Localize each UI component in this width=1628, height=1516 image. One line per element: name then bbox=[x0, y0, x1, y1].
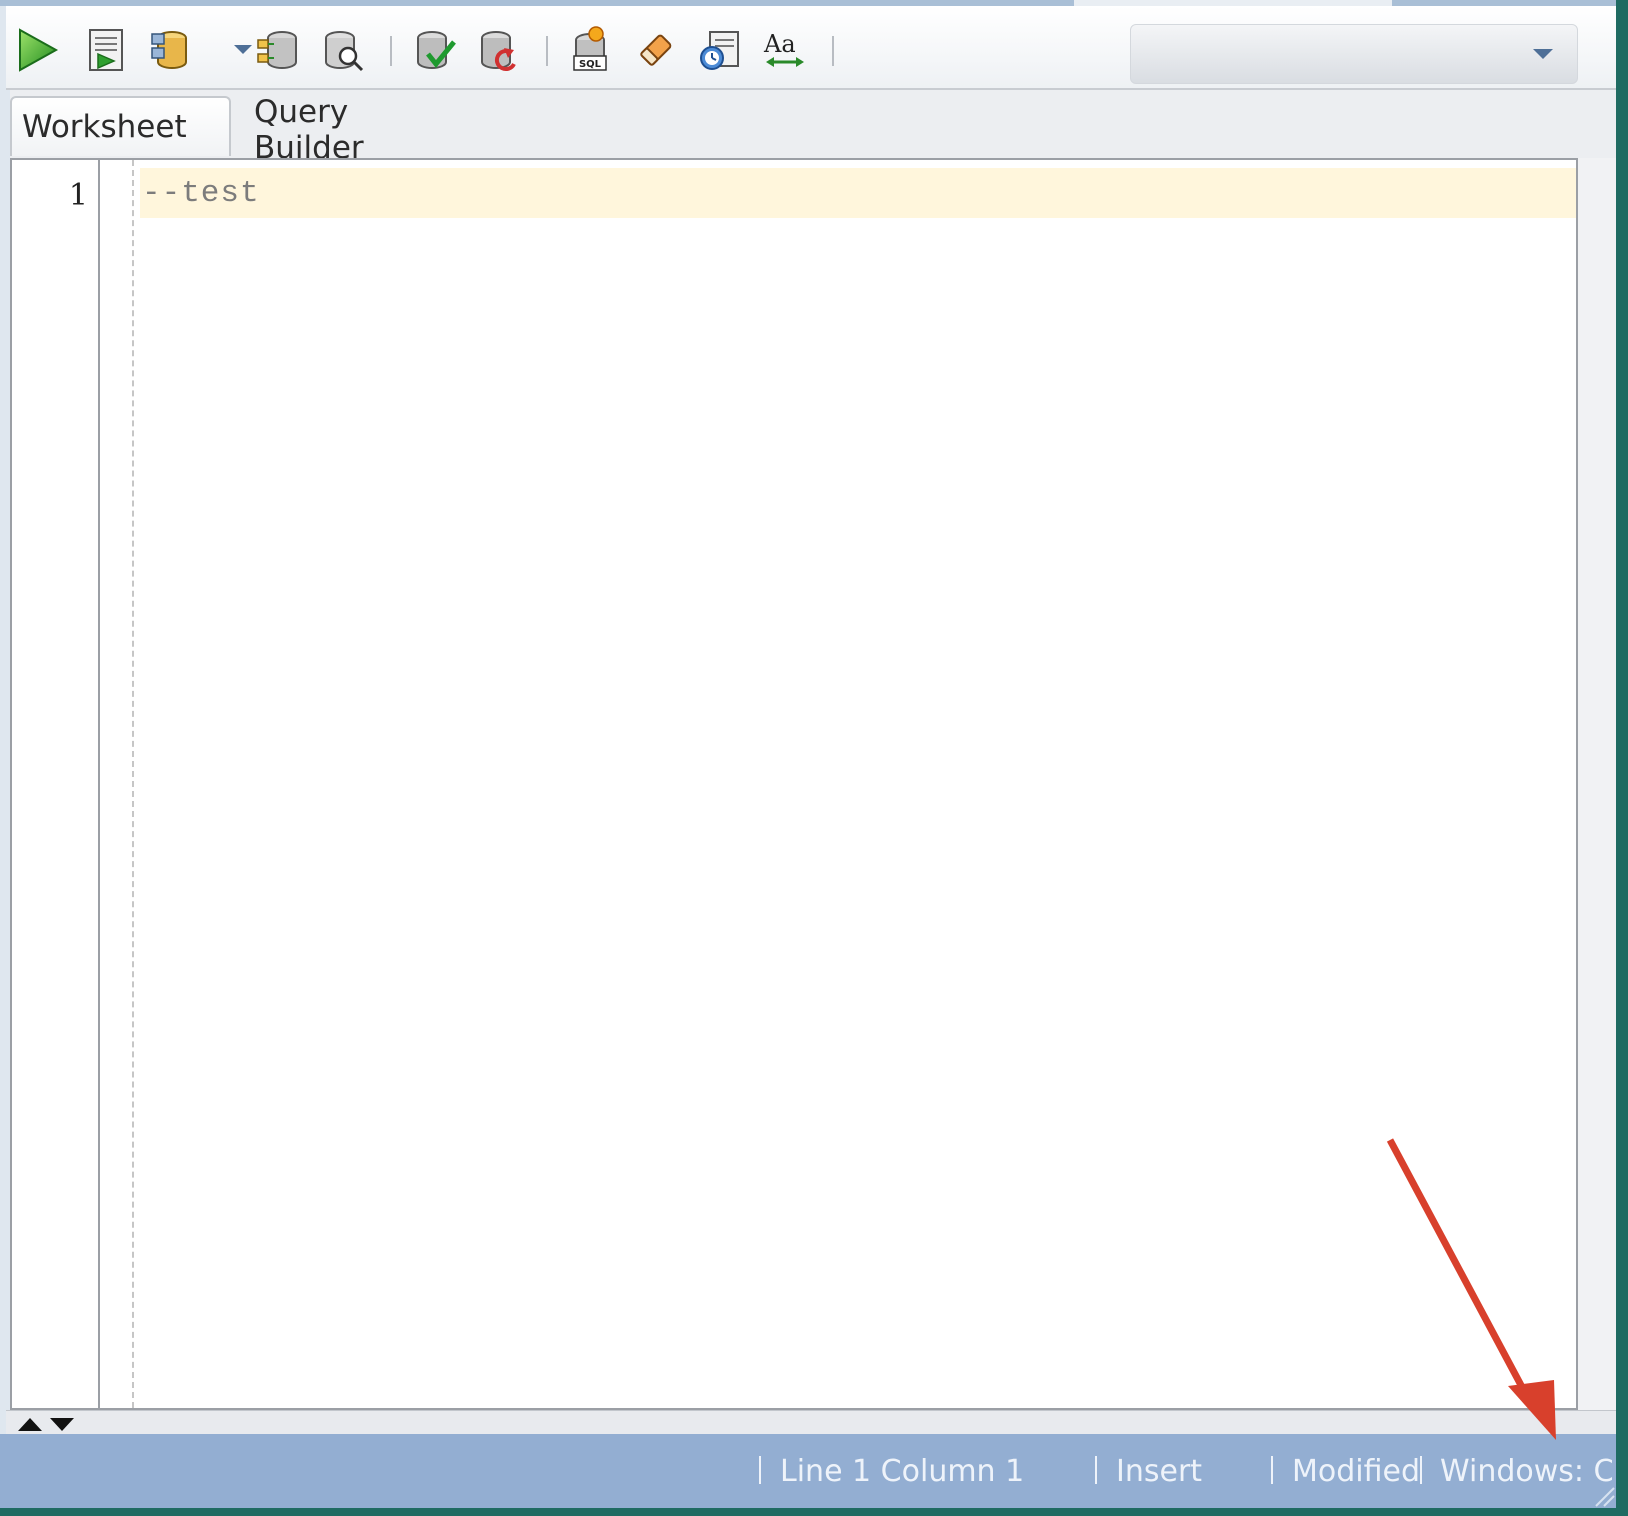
triangle-down-icon bbox=[50, 1418, 74, 1431]
commit-icon bbox=[417, 31, 456, 69]
rollback-icon bbox=[481, 31, 516, 72]
status-bar: Line 1 Column 1 Insert Modified Windows:… bbox=[0, 1434, 1616, 1508]
toolbar-separator bbox=[546, 36, 548, 66]
run-statement-button[interactable] bbox=[12, 24, 60, 76]
sql-history-button[interactable] bbox=[696, 24, 744, 76]
chevron-down-icon bbox=[234, 45, 252, 54]
rollback-button[interactable] bbox=[474, 24, 522, 76]
tab-worksheet[interactable]: Worksheet bbox=[10, 96, 231, 156]
status-separator bbox=[1271, 1456, 1273, 1484]
explain-plan-icon bbox=[257, 31, 297, 69]
autotrace-icon bbox=[151, 31, 187, 69]
svg-text:SQL: SQL bbox=[579, 59, 602, 70]
clear-button[interactable] bbox=[632, 24, 680, 76]
format-case-icon: Aa bbox=[763, 30, 804, 67]
sql-tuning-advisor-button[interactable] bbox=[318, 24, 366, 76]
explain-plan-button[interactable] bbox=[254, 24, 302, 76]
status-separator bbox=[759, 1456, 761, 1484]
tab-label: Worksheet bbox=[22, 109, 187, 145]
tab-label: Query Builder bbox=[254, 94, 364, 166]
unshared-worksheet-icon: SQL bbox=[573, 26, 607, 71]
line-number-gutter: 1 bbox=[12, 160, 100, 1408]
resize-grip-icon[interactable] bbox=[1586, 1478, 1616, 1508]
connection-select[interactable] bbox=[1130, 24, 1578, 84]
svg-text:Aa: Aa bbox=[763, 30, 796, 58]
worksheet-toolbar: SQL Aa bbox=[6, 6, 1616, 90]
unshared-worksheet-button[interactable]: SQL bbox=[566, 24, 614, 76]
current-line-highlight bbox=[140, 168, 1576, 218]
eraser-icon bbox=[640, 34, 672, 66]
split-down-button[interactable] bbox=[48, 1415, 76, 1433]
run-script-button[interactable] bbox=[82, 24, 130, 76]
toolbar-separator bbox=[390, 36, 392, 66]
triangle-up-icon bbox=[18, 1418, 42, 1431]
autotrace-button[interactable] bbox=[146, 24, 194, 76]
sql-history-icon bbox=[700, 31, 739, 70]
status-caret-position: Line 1 Column 1 bbox=[780, 1454, 1025, 1489]
run-statement-icon bbox=[19, 28, 59, 72]
sql-tuning-icon bbox=[325, 31, 364, 72]
line-number: 1 bbox=[68, 178, 88, 213]
editor-side-panel bbox=[1578, 158, 1616, 1410]
toolbar-separator bbox=[832, 36, 834, 66]
sql-editor[interactable]: 1 --test bbox=[10, 158, 1578, 1410]
split-bar bbox=[6, 1410, 1616, 1435]
split-up-button[interactable] bbox=[16, 1415, 44, 1433]
chevron-down-icon bbox=[1531, 45, 1555, 65]
to-upper-lower-initcap-button[interactable]: Aa bbox=[760, 24, 808, 76]
fold-guide bbox=[132, 160, 134, 1408]
status-insert-mode[interactable]: Insert bbox=[1116, 1454, 1202, 1489]
run-script-icon bbox=[89, 29, 123, 71]
status-modified: Modified bbox=[1292, 1454, 1421, 1489]
commit-button[interactable] bbox=[410, 24, 458, 76]
status-separator bbox=[1095, 1456, 1097, 1484]
sql-worksheet-window: SQL Aa Worksheet Query Builder 1 --test … bbox=[0, 0, 1616, 1508]
worksheet-tabs: Worksheet Query Builder bbox=[10, 90, 1616, 166]
code-line[interactable]: --test bbox=[142, 176, 260, 211]
tab-query-builder[interactable]: Query Builder bbox=[236, 94, 466, 166]
status-separator bbox=[1420, 1456, 1422, 1484]
